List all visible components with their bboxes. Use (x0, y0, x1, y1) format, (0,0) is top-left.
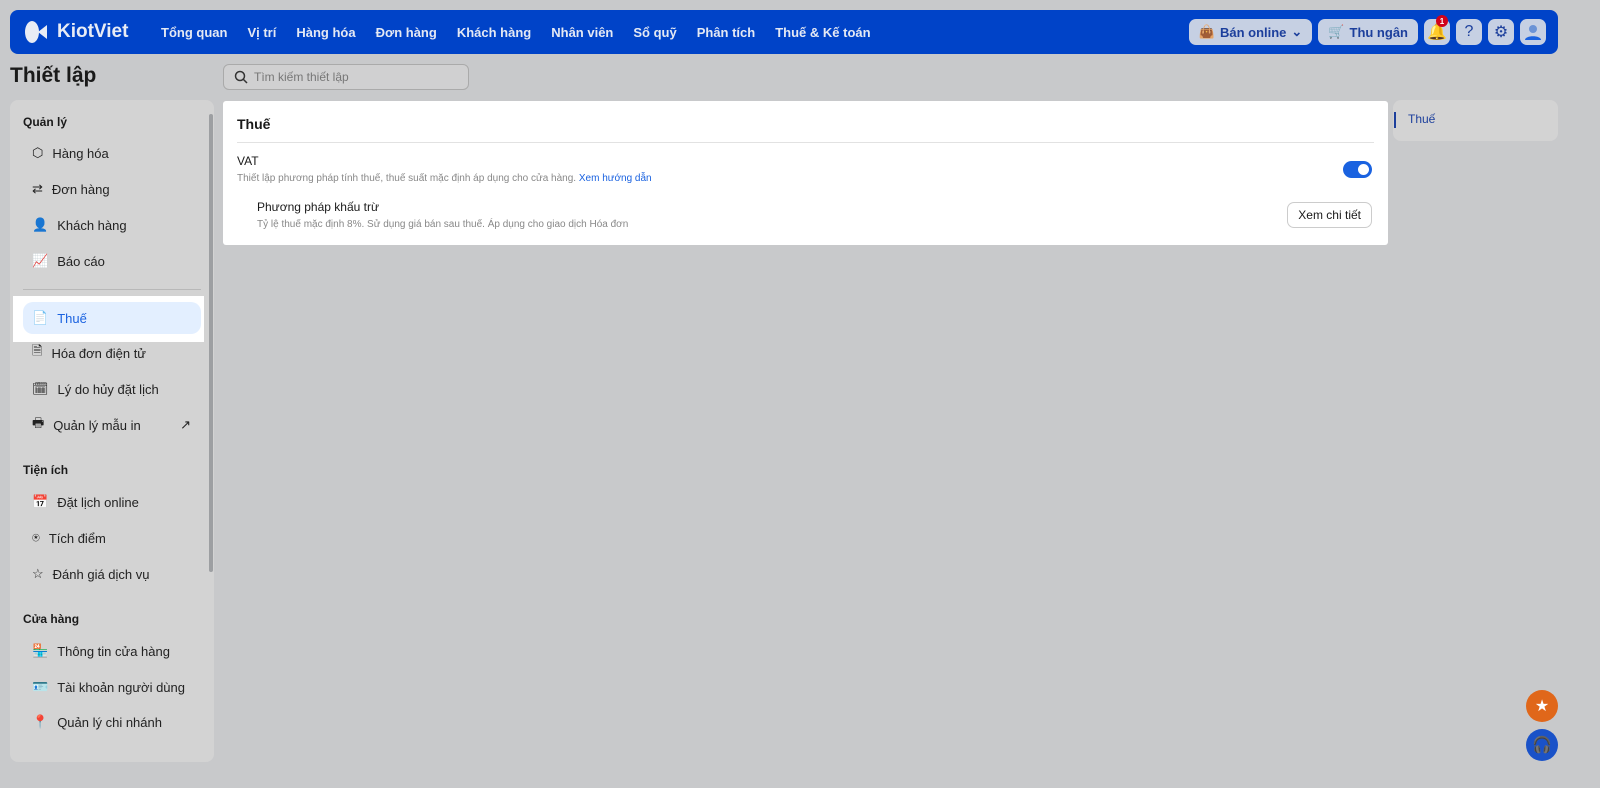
user-icon: 👤 (32, 217, 49, 232)
card-title: Thuế (237, 116, 271, 132)
label: Quản lý mẫu in (53, 417, 141, 433)
toc-item-thue[interactable]: Thuế (1394, 112, 1435, 128)
headset-icon: 🎧 (1532, 737, 1552, 754)
search-input[interactable]: Tìm kiếm thiết lập (223, 64, 469, 90)
label: Hóa đơn điện tử (51, 345, 147, 361)
section-tien-ich: Tiện ích (23, 463, 69, 477)
vat-desc-text: Thiết lập phương pháp tính thuế, thuế su… (237, 173, 577, 184)
chevron-down-icon: ⌄ (1291, 24, 1303, 39)
sidebar-item-khach-hang[interactable]: 👤 Khách hàng (23, 209, 201, 241)
sidebar-item-tai-khoan[interactable]: 🪪 Tài khoản người dùng (23, 671, 201, 703)
sidebar-item-chi-nhanh[interactable]: 📍 Quản lý chi nhánh (23, 706, 201, 738)
cashier-button[interactable]: 🛒 Thu ngân (1318, 19, 1418, 45)
logo-text: KiotViet (57, 21, 129, 42)
page-title: Thiết lập (10, 64, 97, 87)
label: Hàng hóa (52, 145, 109, 161)
table-of-contents: Thuế (1393, 100, 1558, 141)
arrows-swap-icon: ⇄ (32, 181, 43, 196)
sidebar-item-don-hang[interactable]: ⇄ Đơn hàng (23, 173, 201, 205)
divider (23, 289, 201, 290)
label: Thuế (57, 310, 87, 326)
sidebar-item-bao-cao[interactable]: 📈 Báo cáo (23, 245, 201, 277)
nav-khach-hang[interactable]: Khách hàng (447, 25, 541, 40)
nav-nhan-vien[interactable]: Nhân viên (541, 25, 623, 40)
guide-link[interactable]: Xem hướng dẫn (579, 173, 652, 184)
search-icon (234, 70, 248, 84)
label: Quản lý chi nhánh (57, 714, 162, 730)
sidebar-item-ly-do-huy[interactable]: 🗓 Lý do hủy đặt lịch (23, 373, 201, 405)
chart-icon: 📈 (32, 253, 49, 268)
support-fab[interactable]: 🎧 (1526, 729, 1558, 761)
label: Đánh giá dịch vụ (52, 566, 150, 582)
nav-so-quy[interactable]: Sổ quỹ (623, 25, 686, 40)
notification-button[interactable]: 🔔 1 (1424, 15, 1450, 45)
sidebar-item-quan-ly-mau-in[interactable]: 🖶 Quản lý mẫu in ↗ (23, 409, 201, 441)
section-cua-hang: Cửa hàng (23, 612, 80, 626)
search-placeholder: Tìm kiếm thiết lập (254, 70, 349, 84)
sidebar-item-tich-diem[interactable]: ⍟ Tích điểm (23, 522, 201, 554)
user-icon (1525, 25, 1541, 40)
logo[interactable]: KiotViet (23, 18, 151, 46)
star-icon: ☆ (32, 566, 44, 581)
printer-icon: 🖶 (32, 415, 45, 430)
sidebar-item-hang-hoa[interactable]: ⬡ Hàng hóa (23, 137, 201, 169)
nav-thue-ke-toan[interactable]: Thuế & Kế toán (765, 25, 880, 40)
store-icon: 🏪 (32, 643, 49, 658)
nav-don-hang[interactable]: Đơn hàng (366, 25, 447, 40)
section-quan-ly: Quản lý (23, 115, 68, 129)
sell-online-label: Bán online (1219, 24, 1287, 40)
top-navbar: KiotViet Tổng quan Vị trí Hàng hóa Đơn h… (10, 10, 1558, 54)
calendar-cancel-icon: 🗓 (32, 381, 49, 396)
sidebar-item-dat-lich-online[interactable]: 📅 Đặt lịch online (23, 486, 201, 518)
method-description: Tỷ lệ thuế mặc định 8%. Sử dụng giá bán … (257, 219, 629, 230)
shopping-bag-icon: 👜 (1198, 24, 1215, 39)
label: Đơn hàng (51, 181, 110, 197)
nav-hang-hoa[interactable]: Hàng hóa (286, 25, 365, 40)
star-icon: ★ (1534, 698, 1550, 715)
avatar[interactable] (1520, 19, 1546, 45)
label: Tài khoản người dùng (57, 679, 185, 695)
vat-toggle[interactable] (1343, 161, 1372, 178)
vat-description: Thiết lập phương pháp tính thuế, thuế su… (237, 173, 652, 184)
calendar-icon: 📅 (32, 494, 49, 509)
method-title: Phương pháp khấu trừ (257, 200, 380, 214)
help-button[interactable]: ? (1456, 19, 1482, 45)
vat-file-icon: 📄 (32, 310, 49, 325)
label: Tích điểm (48, 530, 106, 546)
kiotviet-logo-icon (25, 21, 47, 43)
sidebar-item-hoa-don-dien-tu[interactable]: 🗎 Hóa đơn điện tử (23, 337, 201, 369)
help-icon: ? (1464, 23, 1474, 40)
rating-fab[interactable]: ★ (1526, 690, 1558, 722)
user-badge-icon: 🪪 (32, 679, 49, 694)
divider (237, 142, 1374, 143)
label: Thông tin cửa hàng (57, 643, 170, 659)
sidebar-item-thue[interactable]: 📄 Thuế (23, 302, 201, 334)
settings-button[interactable]: ⚙ (1488, 19, 1514, 45)
view-detail-button[interactable]: Xem chi tiết (1287, 202, 1372, 228)
box-icon: ⬡ (32, 145, 44, 160)
label: Lý do hủy đặt lịch (57, 381, 159, 397)
nav-tong-quan[interactable]: Tổng quan (151, 25, 237, 40)
sidebar-scrollbar[interactable] (209, 114, 213, 572)
sidebar-item-danh-gia[interactable]: ☆ Đánh giá dịch vụ (23, 558, 201, 590)
nav-phan-tich[interactable]: Phân tích (687, 25, 766, 40)
label: Đặt lịch online (57, 494, 139, 510)
external-link-icon: ↗ (180, 417, 191, 432)
tax-settings-card: Thuế VAT Thiết lập phương pháp tính thuế… (223, 101, 1388, 245)
gear-icon: ⚙ (1493, 24, 1509, 41)
nav-vi-tri[interactable]: Vị trí (237, 25, 286, 40)
sell-online-button[interactable]: 👜 Bán online ⌄ (1188, 19, 1313, 45)
label: Khách hàng (57, 217, 127, 233)
star-circle-icon: ⍟ (32, 530, 40, 545)
cart-icon: 🛒 (1328, 24, 1345, 39)
cashier-label: Thu ngân (1349, 24, 1409, 40)
vat-label: VAT (237, 154, 259, 168)
notification-badge: 1 (1436, 15, 1448, 27)
location-pin-icon: 📍 (32, 714, 49, 729)
document-icon: 🗎 (32, 343, 43, 358)
label: Báo cáo (57, 253, 105, 269)
sidebar-item-thong-tin-cua-hang[interactable]: 🏪 Thông tin cửa hàng (23, 635, 201, 667)
